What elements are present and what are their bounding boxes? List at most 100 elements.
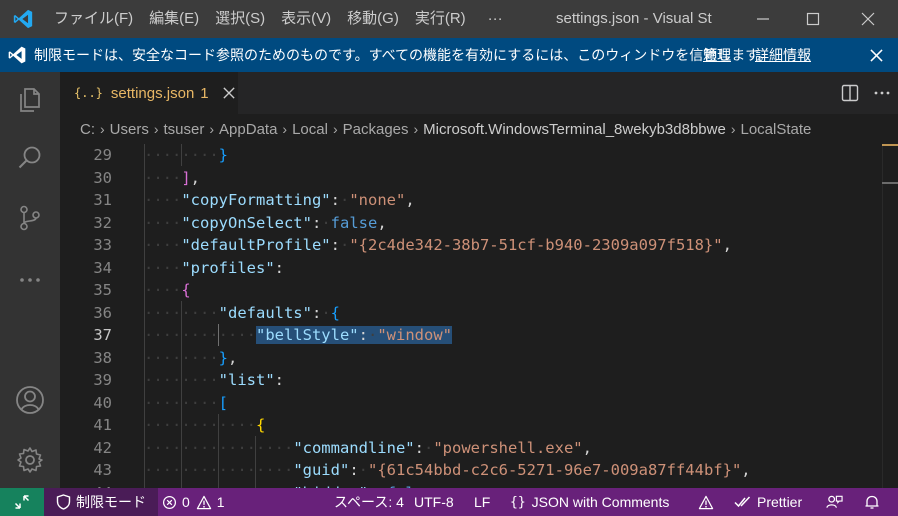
tab-problem-count: 1 bbox=[200, 84, 209, 102]
code-line: 36 ········"defaults":·{ bbox=[60, 302, 880, 325]
check-all-icon bbox=[734, 496, 751, 508]
split-editor-icon bbox=[841, 84, 859, 102]
window-title: settings.json - Visual St bbox=[556, 10, 712, 27]
close-icon bbox=[223, 87, 235, 99]
eol-button[interactable]: LF bbox=[474, 488, 490, 516]
explorer-button[interactable] bbox=[0, 76, 60, 124]
indentation-label: スペース: 4 bbox=[334, 494, 404, 510]
problems-button[interactable]: 0 1 bbox=[162, 488, 225, 516]
breadcrumb-item[interactable]: Packages bbox=[343, 121, 409, 138]
notifications-button[interactable] bbox=[864, 488, 885, 516]
search-icon bbox=[18, 146, 41, 169]
close-icon bbox=[861, 12, 875, 26]
source-control-icon bbox=[20, 205, 40, 231]
minimize-icon bbox=[757, 18, 769, 20]
menu-run[interactable]: 実行(R) bbox=[407, 0, 474, 38]
braces-icon: {} bbox=[510, 494, 526, 510]
line-number: 42 bbox=[93, 438, 112, 457]
notifications-warning-button[interactable] bbox=[698, 488, 719, 516]
restricted-mode-button[interactable]: 制限モード bbox=[44, 488, 158, 516]
chevron-right-icon: › bbox=[730, 121, 736, 137]
manage-button[interactable] bbox=[0, 436, 60, 484]
activity-bar bbox=[0, 72, 60, 488]
remote-icon bbox=[14, 495, 30, 509]
menu-go[interactable]: 移動(G) bbox=[339, 0, 407, 38]
chevron-right-icon: › bbox=[332, 121, 338, 137]
language-label: JSON with Comments bbox=[531, 494, 670, 510]
more-icon bbox=[20, 278, 40, 282]
account-icon bbox=[16, 386, 44, 414]
feedback-icon bbox=[826, 495, 843, 508]
line-number: 33 bbox=[93, 236, 112, 254]
files-icon bbox=[20, 88, 40, 112]
search-button[interactable] bbox=[0, 134, 60, 182]
close-window-button[interactable] bbox=[845, 0, 891, 38]
restricted-mode-banner: 制限モードは、安全なコード参照のためのものです。すべての機能を有効にするには、こ… bbox=[0, 38, 898, 72]
status-bar: 制限モード 0 1 スペース: 4 UTF-8 LF {} JSON with … bbox=[0, 488, 898, 516]
details-link[interactable]: 詳細情報 bbox=[755, 38, 811, 72]
editor-actions bbox=[834, 72, 898, 114]
breadcrumb-item[interactable]: tsuser bbox=[164, 121, 205, 138]
prettier-label: Prettier bbox=[757, 494, 803, 510]
restricted-mode-label: 制限モード bbox=[76, 494, 146, 510]
feedback-button[interactable] bbox=[826, 488, 848, 516]
manage-link[interactable]: 管理 bbox=[703, 38, 731, 72]
language-mode-button[interactable]: {} JSON with Comments bbox=[510, 488, 669, 516]
breadcrumb-item[interactable]: LocalState bbox=[740, 121, 811, 138]
menu-edit[interactable]: 編集(E) bbox=[141, 0, 207, 38]
vscode-logo bbox=[0, 0, 46, 38]
more-views-button[interactable] bbox=[0, 256, 60, 304]
menu-view[interactable]: 表示(V) bbox=[273, 0, 339, 38]
split-editor-button[interactable] bbox=[834, 72, 866, 114]
accounts-button[interactable] bbox=[0, 376, 60, 424]
code-line: 35 ····{ bbox=[60, 279, 880, 302]
menu-selection[interactable]: 選択(S) bbox=[207, 0, 273, 38]
editor-scrollbar[interactable] bbox=[882, 144, 898, 488]
code-line: 38 ········}, bbox=[60, 347, 880, 370]
chevron-right-icon: › bbox=[282, 121, 288, 137]
braces-icon: {..} bbox=[74, 86, 103, 100]
bell-icon bbox=[865, 495, 879, 509]
chevron-right-icon: › bbox=[209, 121, 215, 137]
minimize-button[interactable] bbox=[740, 0, 786, 38]
code-line: 31 ····"copyFormatting":·"none", bbox=[60, 189, 880, 212]
maximize-icon bbox=[806, 12, 820, 26]
error-icon bbox=[162, 495, 177, 509]
encoding-button[interactable]: UTF-8 bbox=[414, 488, 454, 516]
breadcrumb-item[interactable]: Local bbox=[292, 121, 328, 138]
breadcrumb-item[interactable]: Users bbox=[110, 121, 149, 138]
tab-settings-json[interactable]: {..} settings.json 1 bbox=[60, 72, 238, 114]
breadcrumb-item[interactable]: AppData bbox=[219, 121, 277, 138]
source-control-button[interactable] bbox=[0, 194, 60, 242]
line-number: 32 bbox=[93, 213, 112, 232]
line-number: 29 bbox=[93, 146, 112, 164]
breadcrumb-item[interactable]: Microsoft.WindowsTerminal_8wekyb3d8bbwe bbox=[423, 121, 726, 138]
more-actions-button[interactable] bbox=[866, 72, 898, 114]
line-number: 37 bbox=[93, 326, 112, 344]
code-line: 32 ····"copyOnSelect":·false, bbox=[60, 212, 880, 235]
line-number: 41 bbox=[93, 416, 112, 434]
remote-button[interactable] bbox=[0, 488, 44, 516]
maximize-button[interactable] bbox=[790, 0, 836, 38]
chevron-right-icon: › bbox=[153, 121, 159, 137]
breadcrumb: C: › Users › tsuser › AppData › Local › Packa… bbox=[60, 114, 898, 144]
scrollbar-warning-marker bbox=[882, 144, 898, 146]
breadcrumb-item[interactable]: C: bbox=[80, 121, 95, 138]
indentation-button[interactable]: スペース: 4 bbox=[334, 488, 404, 516]
code-line: 43 ················"guid":·"{61c54bbd-c2c… bbox=[60, 459, 880, 482]
chevron-right-icon: › bbox=[100, 121, 105, 137]
line-number: 38 bbox=[93, 348, 112, 367]
eol-label: LF bbox=[474, 494, 491, 510]
menu-more[interactable]: ··· bbox=[480, 0, 511, 38]
encoding-label: UTF-8 bbox=[414, 494, 454, 510]
menu-file[interactable]: ファイル(F) bbox=[46, 0, 141, 38]
code-editor[interactable]: 29 ········} 30 ····], 31 ····"copyFormatti… bbox=[60, 144, 898, 488]
line-number: 36 bbox=[93, 303, 112, 322]
line-number: 43 bbox=[93, 461, 112, 479]
prettier-button[interactable]: Prettier bbox=[734, 488, 802, 516]
banner-close-button[interactable] bbox=[864, 38, 888, 72]
tab-close-button[interactable] bbox=[221, 84, 238, 102]
code-line: 42 ················"commandline":·"powers… bbox=[60, 437, 880, 460]
code-line: 29 ········} bbox=[60, 144, 880, 167]
code-line: 33 ····"defaultProfile":·"{2c4de342-38b7-… bbox=[60, 234, 880, 257]
